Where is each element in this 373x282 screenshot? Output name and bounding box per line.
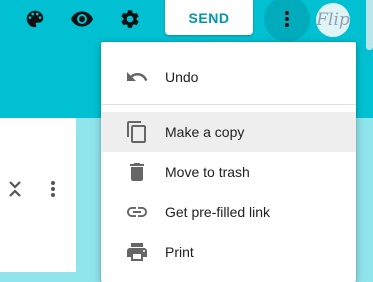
undo-icon xyxy=(125,65,149,89)
menu-divider xyxy=(101,104,356,105)
copy-icon xyxy=(125,120,149,144)
send-button[interactable]: SEND xyxy=(165,0,253,35)
menu-item-print[interactable]: Print xyxy=(101,232,356,272)
more-vert-icon[interactable] xyxy=(272,4,302,34)
eye-icon[interactable] xyxy=(67,4,97,34)
more-vert-small-icon[interactable] xyxy=(38,174,68,204)
menu-item-move-to-trash[interactable]: Move to trash xyxy=(101,152,356,192)
scrollbar[interactable] xyxy=(366,0,373,50)
print-icon xyxy=(125,240,149,264)
menu-item-label: Undo xyxy=(165,69,199,85)
menu-item-get-prefilled-link[interactable]: Get pre-filled link xyxy=(101,192,356,232)
more-options-menu: Undo Make a copy Move to trash Get pre-f… xyxy=(101,42,356,282)
link-icon xyxy=(125,200,149,224)
menu-item-label: Move to trash xyxy=(165,164,250,180)
menu-item-undo[interactable]: Undo xyxy=(101,57,356,97)
gear-icon[interactable] xyxy=(115,4,145,34)
menu-item-label: Get pre-filled link xyxy=(165,204,271,220)
palette-icon[interactable] xyxy=(20,4,50,34)
menu-item-make-copy[interactable]: Make a copy xyxy=(101,112,356,152)
avatar[interactable]: Flip xyxy=(316,3,350,37)
menu-item-label: Print xyxy=(165,244,194,260)
menu-item-label: Make a copy xyxy=(165,124,245,140)
trash-icon xyxy=(125,160,149,184)
collapse-icon[interactable] xyxy=(0,174,30,204)
